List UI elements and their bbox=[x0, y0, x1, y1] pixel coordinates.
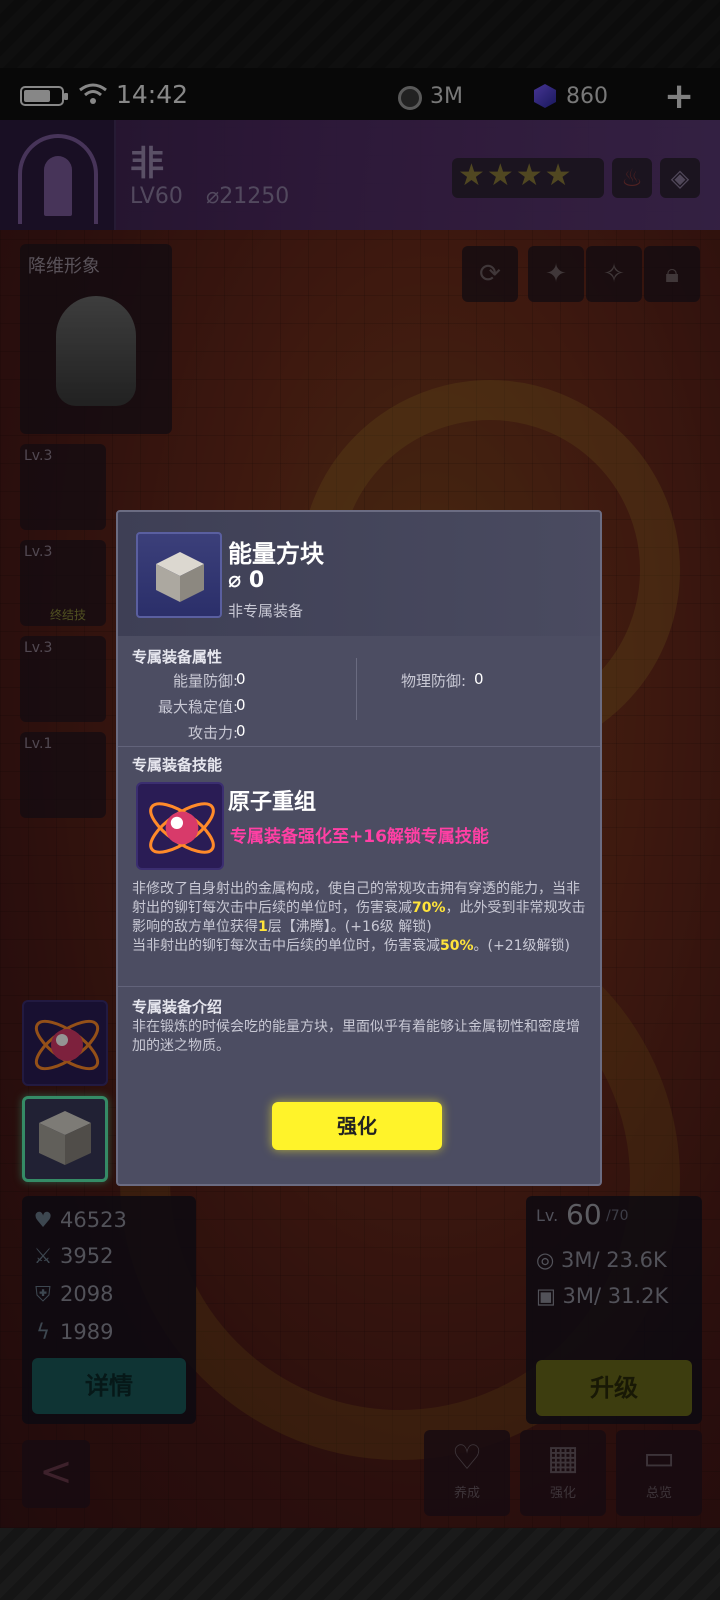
bottom-band bbox=[0, 1528, 720, 1600]
attr-label: 攻击力: bbox=[187, 724, 238, 742]
divider bbox=[118, 986, 600, 987]
skill-icon bbox=[136, 782, 224, 870]
equipment-name: 能量方块 bbox=[228, 540, 324, 568]
attr-section-title: 专属装备属性 bbox=[132, 648, 223, 666]
equipment-power: ⌀ 0 bbox=[228, 568, 265, 593]
attr-value: 0 bbox=[236, 670, 246, 688]
skill-name: 原子重组 bbox=[228, 790, 317, 815]
intro-section-title: 专属装备介绍 bbox=[132, 998, 223, 1016]
atom-icon bbox=[149, 802, 215, 854]
enhance-button[interactable]: 强化 bbox=[272, 1102, 442, 1150]
equipment-icon bbox=[136, 532, 222, 618]
attr-label: 最大稳定值: bbox=[157, 698, 238, 716]
divider bbox=[118, 746, 600, 747]
equipment-type: 非专属装备 bbox=[228, 602, 304, 620]
attr-label: 能量防御: bbox=[172, 672, 238, 690]
modal-header: 能量方块 ⌀ 0 非专属装备 bbox=[118, 512, 600, 636]
cube-icon bbox=[156, 552, 204, 602]
attr-label: 物理防御: bbox=[400, 672, 466, 690]
skill-unlock-condition: 专属装备强化至+16解锁专属技能 bbox=[230, 827, 489, 847]
intro-text: 非在锻炼的时候会吃的能量方块，里面似乎有着能够让金属韧性和密度增加的迷之物质。 bbox=[132, 1019, 580, 1054]
screen: { "status_bar": {"time": "14:42", "coin_… bbox=[0, 0, 720, 1600]
attr-value: 0 bbox=[236, 722, 246, 740]
attr-value: 0 bbox=[474, 670, 484, 688]
attr-value: 0 bbox=[236, 696, 246, 714]
equipment-modal: 能量方块 ⌀ 0 非专属装备 专属装备属性 能量防御: 0 最大稳定值: 0 攻… bbox=[116, 510, 602, 1186]
skill-section-title: 专属装备技能 bbox=[132, 756, 223, 774]
skill-description: 非修改了自身射出的金属构成，使自己的常规攻击拥有穿透的能力，当非射出的铆钉每次击… bbox=[132, 881, 586, 954]
